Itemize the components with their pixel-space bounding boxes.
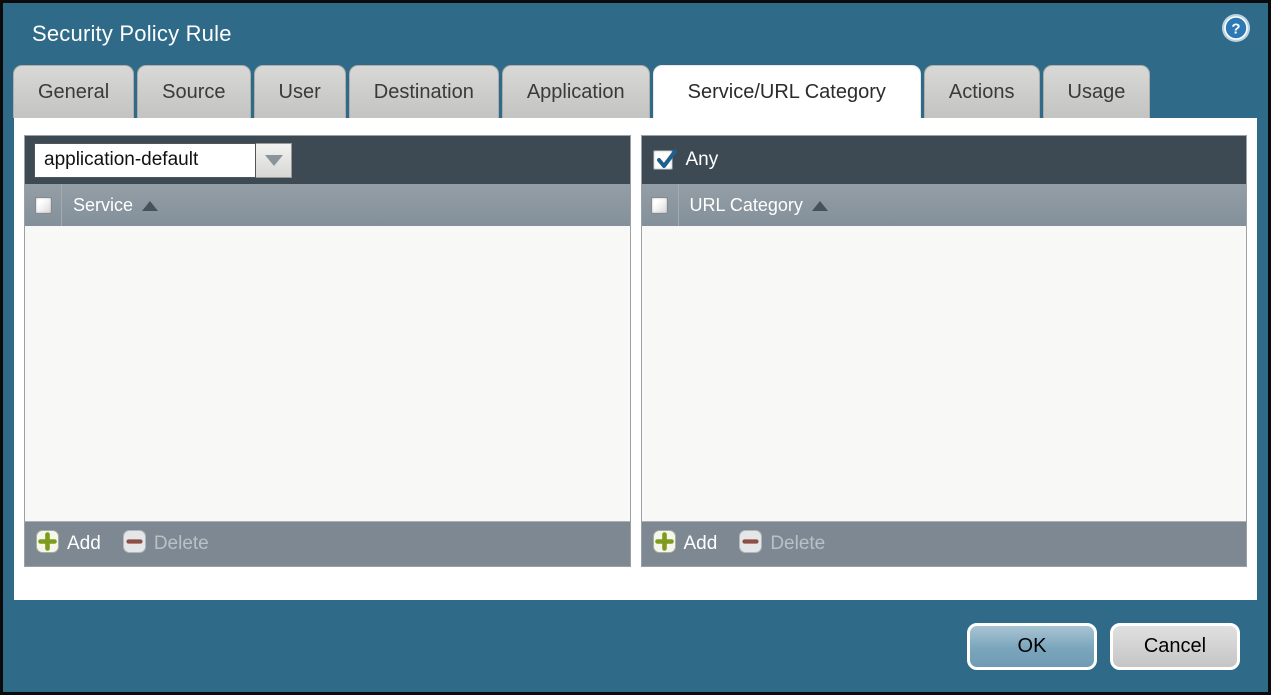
url-category-add-button[interactable]: Add (652, 529, 718, 559)
sort-ascending-icon (142, 201, 159, 211)
cancel-button[interactable]: Cancel (1110, 623, 1240, 670)
dialog-tabs: General Source User Destination Applicat… (13, 65, 1151, 118)
tab-usage[interactable]: Usage (1042, 65, 1151, 118)
tab-source[interactable]: Source (137, 65, 251, 118)
sort-ascending-icon (811, 201, 828, 211)
service-select-all-checkbox[interactable] (34, 196, 52, 214)
any-checkbox-label[interactable]: Any (686, 149, 719, 171)
service-type-dropdown-value[interactable]: application-default (34, 142, 256, 178)
url-category-panel-toolbar: Add Delete (641, 521, 1246, 566)
dialog-footer: OK Cancel (967, 623, 1240, 670)
url-category-list-body (641, 226, 1246, 521)
dialog-titlebar: Security Policy Rule (3, 3, 1268, 65)
service-add-label: Add (67, 533, 101, 554)
minus-icon (122, 529, 146, 559)
service-add-button[interactable]: Add (36, 529, 101, 559)
service-list-body (25, 226, 630, 521)
url-category-select-all-checkbox[interactable] (651, 196, 668, 214)
service-type-dropdown[interactable]: application-default (34, 142, 292, 178)
tab-user[interactable]: User (253, 65, 346, 118)
any-checkbox[interactable] (652, 149, 677, 170)
minus-icon (739, 529, 763, 559)
url-category-panel-header: Any (641, 136, 1246, 184)
url-category-delete-button[interactable]: Delete (739, 529, 826, 559)
service-delete-label: Delete (153, 533, 209, 554)
dialog-title: Security Policy Rule (32, 21, 232, 46)
url-category-delete-label: Delete (770, 533, 826, 554)
service-panel-toolbar: Add Delete (25, 521, 630, 566)
tab-general[interactable]: General (13, 65, 135, 118)
tab-content-service-url-category: application-default Service Add Delete A… (14, 118, 1257, 600)
plus-icon (36, 529, 59, 559)
help-icon[interactable]: ? (1221, 13, 1251, 43)
url-category-select-all-cell (642, 184, 679, 226)
url-category-panel: Any URL Category Add Delete (640, 135, 1247, 567)
url-category-column-header[interactable]: URL Category (679, 184, 828, 226)
tab-actions[interactable]: Actions (923, 65, 1040, 118)
service-type-dropdown-button[interactable] (256, 142, 292, 178)
svg-text:?: ? (1231, 21, 1240, 38)
service-delete-button[interactable]: Delete (122, 529, 209, 559)
chevron-down-icon (264, 154, 283, 166)
security-policy-rule-dialog: Security Policy Rule ? General Source Us… (3, 3, 1268, 692)
tab-destination[interactable]: Destination (348, 65, 499, 118)
service-column-header-row: Service (25, 184, 630, 226)
url-category-add-label: Add (683, 533, 718, 554)
plus-icon (652, 529, 676, 559)
service-column-header[interactable]: Service (62, 184, 159, 226)
tab-service-url-category[interactable]: Service/URL Category (652, 65, 921, 118)
url-category-column-header-row: URL Category (641, 184, 1246, 226)
service-column-label: Service (73, 194, 134, 215)
checkmark-icon (656, 149, 677, 168)
service-panel: application-default Service Add Delete (24, 135, 631, 567)
service-panel-header: application-default (25, 136, 630, 184)
url-category-column-label: URL Category (689, 194, 803, 215)
service-select-all-cell (25, 184, 62, 226)
ok-button[interactable]: OK (967, 623, 1097, 670)
tab-application[interactable]: Application (501, 65, 650, 118)
